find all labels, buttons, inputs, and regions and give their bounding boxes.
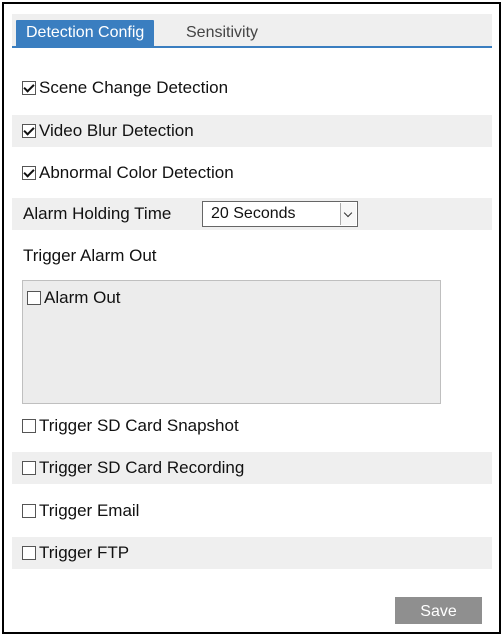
trigger-alarm-out-row: Trigger Alarm Out: [12, 240, 492, 272]
video-blur-label: Video Blur Detection: [39, 121, 194, 140]
abnormal-color-row: Abnormal Color Detection: [12, 157, 492, 189]
alarm-holding-label: Alarm Holding Time: [23, 204, 172, 223]
sd-recording-label: Trigger SD Card Recording: [39, 458, 245, 477]
abnormal-color-label: Abnormal Color Detection: [39, 163, 234, 182]
alarm-out-label: Alarm Out: [44, 288, 121, 307]
sd-snapshot-row: Trigger SD Card Snapshot: [12, 410, 492, 442]
sd-recording-checkbox[interactable]: [22, 461, 36, 475]
trigger-alarm-out-label: Trigger Alarm Out: [23, 246, 157, 265]
save-button[interactable]: Save: [395, 597, 482, 624]
ftp-checkbox[interactable]: [22, 546, 36, 560]
email-row: Trigger Email: [12, 495, 492, 527]
ftp-label: Trigger FTP: [39, 543, 130, 562]
sd-snapshot-label: Trigger SD Card Snapshot: [39, 416, 239, 435]
alarm-out-checkbox[interactable]: [27, 291, 41, 305]
video-blur-row: Video Blur Detection: [12, 115, 492, 147]
sd-snapshot-checkbox[interactable]: [22, 419, 36, 433]
abnormal-color-checkbox[interactable]: [22, 166, 36, 180]
tab-sensitivity[interactable]: Sensitivity: [176, 20, 268, 46]
alarm-out-list: Alarm Out: [22, 280, 441, 404]
chevron-down-icon: [343, 208, 353, 218]
tab-detection-config[interactable]: Detection Config: [16, 20, 155, 46]
email-label: Trigger Email: [39, 501, 140, 520]
alarm-out-item: Alarm Out: [23, 288, 121, 308]
scene-change-label: Scene Change Detection: [39, 78, 229, 97]
dropdown-button[interactable]: [340, 203, 356, 225]
tab-bar: Detection Config Sensitivity: [12, 14, 492, 48]
scene-change-row: Scene Change Detection: [12, 72, 492, 104]
detection-config-panel: Detection Config Sensitivity Scene Chang…: [2, 2, 501, 634]
video-blur-checkbox[interactable]: [22, 124, 36, 138]
ftp-row: Trigger FTP: [12, 537, 492, 569]
email-checkbox[interactable]: [22, 504, 36, 518]
scene-change-checkbox[interactable]: [22, 81, 36, 95]
alarm-holding-select[interactable]: 20 Seconds: [202, 201, 358, 227]
alarm-holding-value: 20 Seconds: [211, 205, 296, 222]
sd-recording-row: Trigger SD Card Recording: [12, 452, 492, 484]
